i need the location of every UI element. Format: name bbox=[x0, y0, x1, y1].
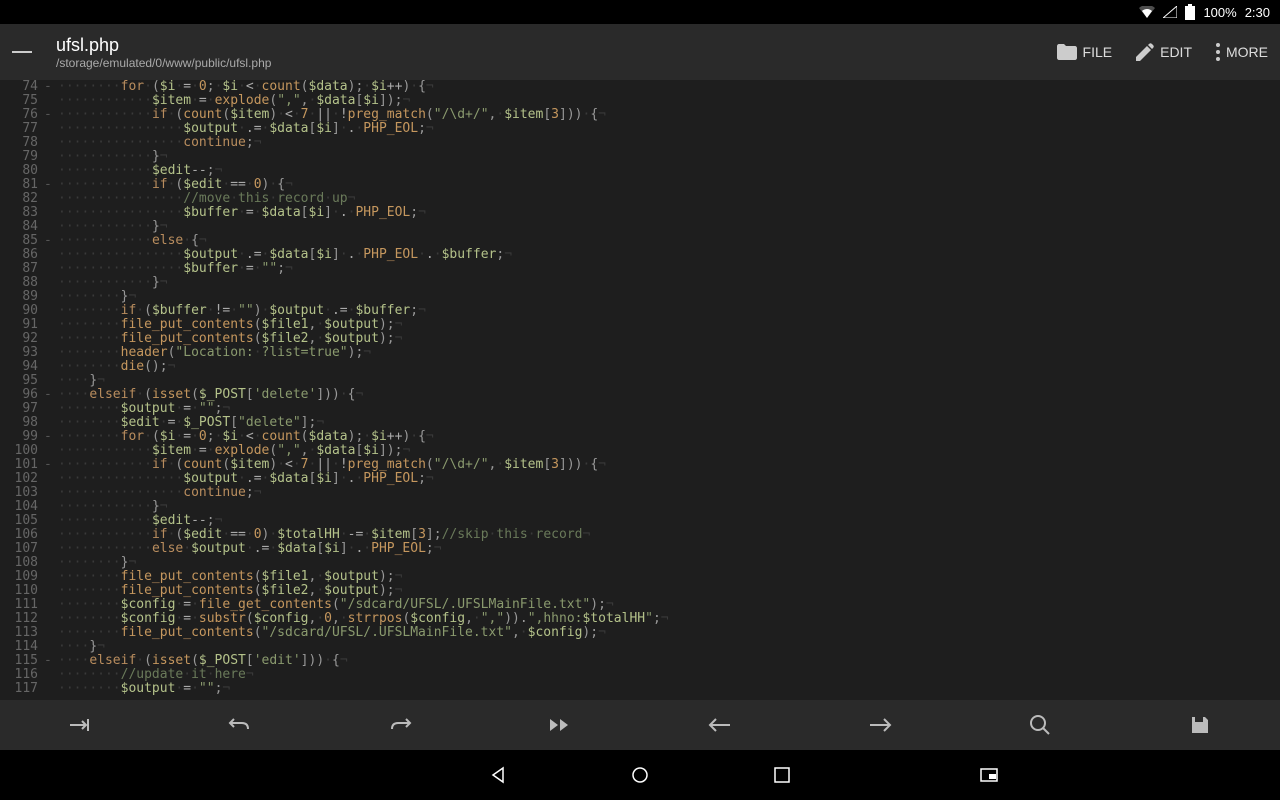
code-line[interactable]: 92········file_put_contents($file2,·$out… bbox=[0, 332, 1280, 346]
code-line[interactable]: 104············}¬ bbox=[0, 500, 1280, 514]
status-bar: 100% 2:30 bbox=[0, 0, 1280, 24]
home-nav-button[interactable] bbox=[629, 764, 651, 786]
fast-forward-button[interactable] bbox=[544, 709, 576, 741]
arrow-right-button[interactable] bbox=[864, 709, 896, 741]
code-line[interactable]: 108········}¬ bbox=[0, 556, 1280, 570]
code-line[interactable]: 100············$item·=·explode(",",·$dat… bbox=[0, 444, 1280, 458]
battery-icon bbox=[1185, 4, 1195, 20]
code-line[interactable]: 95····}¬ bbox=[0, 374, 1280, 388]
more-icon bbox=[1216, 43, 1220, 61]
code-line[interactable]: 83················$buffer·=·$data[$i]·.·… bbox=[0, 206, 1280, 220]
search-button[interactable] bbox=[1024, 709, 1056, 741]
code-line[interactable]: 93········header("Location:·?list=true")… bbox=[0, 346, 1280, 360]
code-line[interactable]: 109········file_put_contents($file1,·$ou… bbox=[0, 570, 1280, 584]
code-line[interactable]: 90········if·($buffer·!=·"")·$output·.=·… bbox=[0, 304, 1280, 318]
code-line[interactable]: 98········$edit·=·$_POST["delete"];¬ bbox=[0, 416, 1280, 430]
code-line[interactable]: 114····}¬ bbox=[0, 640, 1280, 654]
code-line[interactable]: 81-············if·($edit·==·0)·{¬ bbox=[0, 178, 1280, 192]
code-line[interactable]: 88············}¬ bbox=[0, 276, 1280, 290]
code-line[interactable]: 76-············if·(count($item)·<·7·||·!… bbox=[0, 108, 1280, 122]
code-line[interactable]: 84············}¬ bbox=[0, 220, 1280, 234]
code-line[interactable]: 113········file_put_contents("/sdcard/UF… bbox=[0, 626, 1280, 640]
tab-indent-button[interactable] bbox=[64, 709, 96, 741]
code-line[interactable]: 102················$output·.=·$data[$i]·… bbox=[0, 472, 1280, 486]
code-line[interactable]: 82················//move·this·record·up¬ bbox=[0, 192, 1280, 206]
app-toolbar: ufsl.php /storage/emulated/0/www/public/… bbox=[0, 24, 1280, 80]
code-line[interactable]: 111········$config·=·file_get_contents("… bbox=[0, 598, 1280, 612]
code-line[interactable]: 94········die();¬ bbox=[0, 360, 1280, 374]
signal-icon bbox=[1163, 6, 1177, 18]
code-line[interactable]: 80············$edit--;¬ bbox=[0, 164, 1280, 178]
file-menu[interactable]: FILE bbox=[1057, 44, 1113, 60]
folder-icon bbox=[1057, 44, 1077, 60]
recent-nav-button[interactable] bbox=[771, 764, 793, 786]
menu-button[interactable] bbox=[12, 36, 44, 68]
pip-nav-button[interactable] bbox=[978, 764, 1000, 786]
code-line[interactable]: 99-········for·($i·=·0;·$i·<·count($data… bbox=[0, 430, 1280, 444]
code-line[interactable]: 115-····elseif·(isset($_POST['edit']))·{… bbox=[0, 654, 1280, 668]
arrow-left-button[interactable] bbox=[704, 709, 736, 741]
code-line[interactable]: 75············$item·=·explode(",",·$data… bbox=[0, 94, 1280, 108]
edit-menu[interactable]: EDIT bbox=[1136, 43, 1192, 61]
code-line[interactable]: 79············}¬ bbox=[0, 150, 1280, 164]
code-line[interactable]: 85-············else·{¬ bbox=[0, 234, 1280, 248]
file-path: /storage/emulated/0/www/public/ufsl.php bbox=[56, 56, 1057, 70]
editor-toolbar bbox=[0, 700, 1280, 750]
battery-percent: 100% bbox=[1203, 5, 1236, 20]
save-button[interactable] bbox=[1184, 709, 1216, 741]
code-line[interactable]: 87················$buffer·=·"";¬ bbox=[0, 262, 1280, 276]
code-line[interactable]: 116········//update·it·here¬ bbox=[0, 668, 1280, 682]
code-line[interactable]: 89········}¬ bbox=[0, 290, 1280, 304]
status-time: 2:30 bbox=[1245, 5, 1270, 20]
code-line[interactable]: 105············$edit--;¬ bbox=[0, 514, 1280, 528]
code-line[interactable]: 112········$config·=·substr($config,·0,·… bbox=[0, 612, 1280, 626]
more-menu[interactable]: MORE bbox=[1216, 43, 1268, 61]
code-line[interactable]: 101-············if·(count($item)·<·7·||·… bbox=[0, 458, 1280, 472]
code-line[interactable]: 97········$output·=·"";¬ bbox=[0, 402, 1280, 416]
pencil-icon bbox=[1136, 43, 1154, 61]
code-line[interactable]: 86················$output·.=·$data[$i]·.… bbox=[0, 248, 1280, 262]
code-line[interactable]: 91········file_put_contents($file1,·$out… bbox=[0, 318, 1280, 332]
code-line[interactable]: 106············if·($edit·==·0)·$totalHH·… bbox=[0, 528, 1280, 542]
code-line[interactable]: 117········$output·=·"";¬ bbox=[0, 682, 1280, 696]
undo-button[interactable] bbox=[224, 709, 256, 741]
code-line[interactable]: 96-····elseif·(isset($_POST['delete']))·… bbox=[0, 388, 1280, 402]
code-editor[interactable]: 74-········for·($i·=·0;·$i·<·count($data… bbox=[0, 80, 1280, 700]
code-line[interactable]: 103················continue;¬ bbox=[0, 486, 1280, 500]
code-line[interactable]: 74-········for·($i·=·0;·$i·<·count($data… bbox=[0, 80, 1280, 94]
back-nav-button[interactable] bbox=[487, 764, 509, 786]
android-nav-bar bbox=[0, 750, 1280, 800]
redo-button[interactable] bbox=[384, 709, 416, 741]
file-title: ufsl.php bbox=[56, 35, 1057, 56]
code-line[interactable]: 110········file_put_contents($file2,·$ou… bbox=[0, 584, 1280, 598]
code-line[interactable]: 107············else·$output·.=·$data[$i]… bbox=[0, 542, 1280, 556]
code-line[interactable]: 77················$output·.=·$data[$i]·.… bbox=[0, 122, 1280, 136]
wifi-icon bbox=[1139, 6, 1155, 18]
code-line[interactable]: 78················continue;¬ bbox=[0, 136, 1280, 150]
